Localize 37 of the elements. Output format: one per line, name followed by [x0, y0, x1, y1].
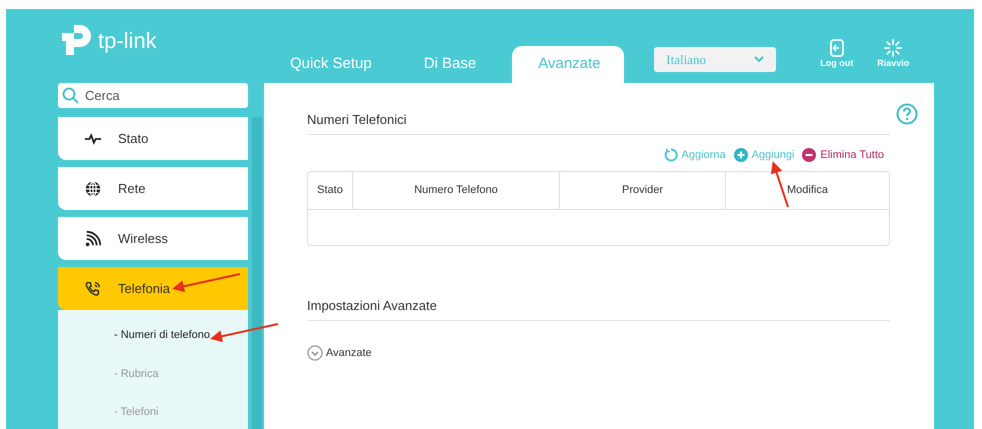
nav-tab[interactable]: Avanzate — [512, 46, 624, 83]
language-select[interactable]: Italiano — [654, 47, 776, 72]
logo-text: tp-link — [98, 26, 157, 55]
help-icon — [896, 103, 918, 125]
globe-icon — [84, 180, 102, 198]
add-button[interactable]: Aggiungi — [734, 146, 794, 163]
column-header: Stato — [316, 183, 344, 198]
spinner-icon — [884, 39, 902, 57]
submenu-item[interactable]: - Rubrica — [114, 366, 248, 382]
logout-button[interactable]: Log out — [820, 39, 854, 70]
chevron-circle-icon — [307, 344, 323, 361]
search-icon — [62, 87, 79, 104]
column-header: Numero Telefono — [352, 172, 559, 209]
submenu-item[interactable]: - Telefoni — [114, 404, 248, 420]
section-title: Numeri Telefonici — [307, 110, 890, 134]
section-title: Impostazioni Avanzate — [307, 296, 890, 320]
chevron-down-icon — [754, 56, 764, 63]
column-header: Modifica — [725, 172, 889, 209]
submenu-item[interactable]: - Numeri di telefono — [114, 327, 248, 344]
delete-all-button[interactable]: Elimina Tutto — [802, 146, 884, 163]
plus-circle-icon — [734, 148, 748, 162]
sidebar-item[interactable]: Telefonia — [58, 267, 248, 310]
advanced-toggle[interactable]: Avanzate — [307, 344, 372, 361]
sidebar-item[interactable]: Rete — [58, 167, 248, 210]
sidebar-item[interactable]: Stato — [58, 117, 248, 160]
signal-waves-icon — [84, 230, 102, 248]
nav-tab[interactable]: Di Base — [398, 46, 502, 83]
sidebar-item[interactable]: Wireless — [58, 217, 248, 260]
reboot-button[interactable]: Riavvio — [877, 39, 910, 70]
nav-tab[interactable]: Quick Setup — [264, 46, 398, 83]
logout-icon — [828, 39, 845, 57]
phone-icon — [84, 280, 102, 298]
minus-circle-icon — [802, 148, 816, 162]
column-header: Provider — [559, 172, 725, 209]
refresh-button[interactable]: Aggiorna — [664, 146, 726, 163]
search-field[interactable]: Cerca — [58, 83, 248, 108]
refresh-icon — [664, 148, 678, 162]
